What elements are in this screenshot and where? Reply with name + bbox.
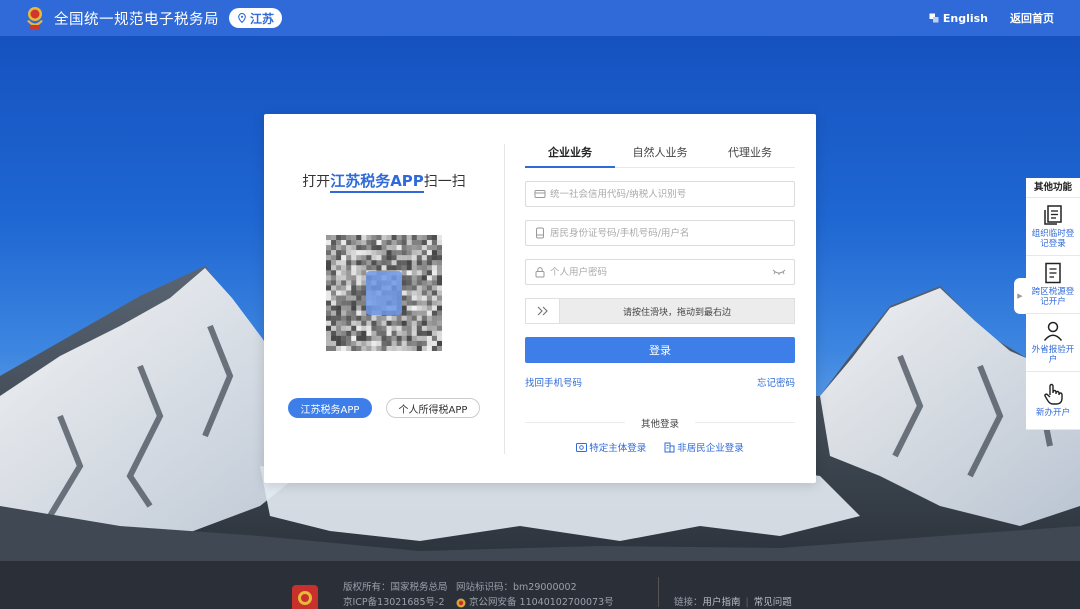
footer-police-record[interactable]: 京公网安备 11040102700073号	[456, 595, 614, 609]
special-entity-login-link[interactable]: 特定主体登录	[576, 440, 646, 454]
personal-income-tax-app-button[interactable]: 个人所得税APP	[386, 398, 480, 418]
language-icon	[929, 13, 939, 23]
password-field[interactable]	[525, 259, 795, 285]
account-links: 找回手机号码 忘记密码	[525, 375, 795, 389]
other-login-heading: 其他登录	[525, 416, 795, 430]
footer-info-left: 版权所有：国家税务总局 京ICP备13021685号-2	[343, 580, 448, 609]
captcha-slider: 请按住滑块，拖动到最右边	[525, 298, 795, 324]
page-footer: 版权所有：国家税务总局 京ICP备13021685号-2 网站标识码：bm290…	[0, 561, 1080, 609]
footer-site-code: 网站标识码：bm29000002	[456, 582, 577, 593]
find-phone-link[interactable]: 找回手机号码	[525, 375, 582, 389]
account-field[interactable]	[525, 220, 795, 246]
qr-center-logo	[366, 271, 402, 315]
panel-divider	[504, 144, 505, 454]
out-of-province-label: 外省报验开户	[1031, 345, 1075, 365]
hand-pointer-icon	[1044, 383, 1063, 405]
temp-registration-login[interactable]: 组织临时登记登录	[1026, 198, 1080, 256]
qr-code	[326, 235, 443, 352]
location-pin-icon	[238, 13, 246, 23]
copy-document-icon	[1044, 205, 1062, 225]
account-login-panel: 企业业务 自然人业务 代理业务 统一社会信用代码/纳税人识别号 居民身份证号码/…	[525, 114, 795, 483]
new-account-label: 新办开户	[1035, 408, 1070, 419]
faq-link[interactable]: 常见问题	[754, 597, 792, 608]
cross-region-registration[interactable]: 跨区税源登记开户	[1026, 256, 1080, 314]
tax-emblem-logo	[24, 5, 46, 31]
new-account-opening[interactable]: 新办开户	[1026, 372, 1080, 430]
qr-login-panel: 打开江苏税务APP扫一扫 江苏税务APP 个人所得税APP	[264, 114, 504, 483]
id-card-icon	[534, 190, 546, 198]
slider-hint: 请按住滑块，拖动到最右边	[622, 307, 731, 318]
qr-title-prefix: 打开	[302, 174, 331, 190]
cross-region-label: 跨区税源登记开户	[1031, 287, 1075, 307]
site-title: 全国统一规范电子税务局	[54, 11, 219, 28]
tab-agent[interactable]: 代理业务	[705, 142, 795, 167]
other-login-methods: 特定主体登录 非居民企业登录	[525, 440, 795, 454]
english-link[interactable]: English	[929, 12, 988, 25]
qr-title-suffix: 扫一扫	[423, 174, 466, 190]
lock-icon	[535, 267, 545, 278]
non-resident-login-label: 非居民企业登录	[677, 443, 744, 454]
back-home-link[interactable]: 返回首页	[1010, 10, 1054, 26]
login-button[interactable]: 登录	[525, 337, 795, 363]
business-tabs: 企业业务 自然人业务 代理业务	[525, 142, 795, 168]
tab-individual[interactable]: 自然人业务	[615, 142, 705, 167]
qr-app-name: 江苏税务APP	[330, 172, 424, 193]
tab-enterprise[interactable]: 企业业务	[525, 142, 615, 168]
footer-links-prefix: 链接：	[674, 597, 703, 608]
top-header: 全国统一规范电子税务局 江苏 English 返回首页	[0, 0, 1080, 36]
login-card: 打开江苏税务APP扫一扫 江苏税务APP 个人所得税APP 企业业务 自然人业务…	[264, 114, 816, 483]
slider-handle[interactable]	[526, 299, 560, 323]
user-guide-link[interactable]: 用户指南	[703, 597, 741, 608]
forgot-password-link[interactable]: 忘记密码	[757, 375, 795, 389]
credit-code-input[interactable]	[550, 188, 786, 200]
panel-collapse-toggle[interactable]: ▶	[1014, 278, 1026, 314]
double-chevron-right-icon	[537, 306, 548, 316]
document-list-icon	[1045, 262, 1061, 284]
footer-icp[interactable]: 京ICP备13021685号-2	[343, 595, 448, 609]
police-badge-icon	[456, 598, 466, 607]
footer-info-right: 网站标识码：bm29000002 京公网安备 11040102700073号	[456, 580, 614, 609]
jiangsu-tax-app-button[interactable]: 江苏税务APP	[288, 398, 372, 418]
other-functions-title: 其他功能	[1026, 178, 1080, 198]
entity-icon	[576, 442, 588, 452]
english-label: English	[942, 11, 988, 25]
link-separator: |	[745, 597, 749, 608]
hide-password-icon[interactable]	[772, 268, 786, 276]
special-entity-login-label: 特定主体登录	[589, 443, 647, 454]
out-of-province-registration[interactable]: 外省报验开户	[1026, 314, 1080, 372]
temp-registration-label: 组织临时登记登录	[1031, 229, 1075, 249]
region-label: 江苏	[250, 11, 275, 26]
phone-icon	[536, 227, 544, 239]
password-input[interactable]	[550, 266, 772, 278]
qr-title: 打开江苏税务APP扫一扫	[264, 170, 504, 193]
user-icon	[1043, 321, 1063, 342]
non-resident-login-link[interactable]: 非居民企业登录	[664, 440, 744, 454]
footer-police-label: 京公网安备 11040102700073号	[469, 597, 614, 608]
credit-code-field[interactable]	[525, 181, 795, 207]
footer-links: 链接：用户指南 | 常见问题	[674, 594, 792, 608]
footer-copyright: 版权所有：国家税务总局	[343, 582, 448, 593]
national-emblem-icon	[292, 585, 318, 609]
other-functions-panel: ▶ 其他功能 组织临时登记登录 跨区税源登记开户 外省报验开户 新办开户	[1014, 178, 1080, 430]
building-icon	[664, 442, 675, 452]
account-input[interactable]	[550, 227, 786, 239]
region-selector[interactable]: 江苏	[229, 8, 283, 28]
footer-divider	[658, 577, 659, 607]
